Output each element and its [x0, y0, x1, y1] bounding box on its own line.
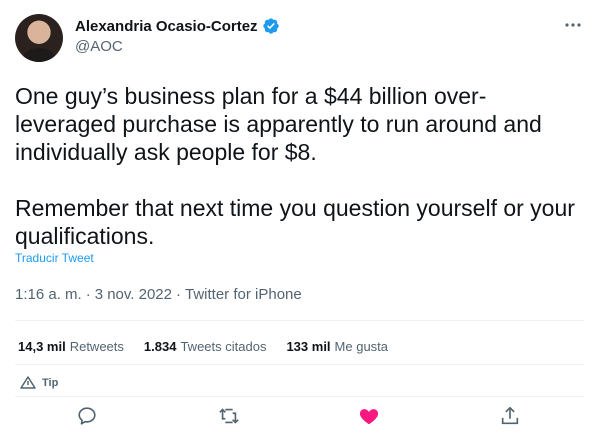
tip-button[interactable]: Tip — [20, 376, 58, 390]
tip-label: Tip — [42, 377, 59, 389]
tip-icon — [20, 376, 36, 389]
tweet-source[interactable]: Twitter for iPhone — [185, 286, 302, 303]
quote-tweets-stat[interactable]: 1.834 Tweets citados — [144, 339, 267, 354]
likes-count: 133 mil — [286, 339, 331, 354]
author-handle[interactable]: @AOC — [75, 38, 123, 55]
meta-separator: · — [85, 286, 91, 303]
action-bar — [0, 402, 599, 430]
divider — [15, 396, 584, 397]
translate-tweet-link[interactable]: Traducir Tweet — [15, 251, 94, 265]
retweets-stat[interactable]: 14,3 mil Retweets — [18, 339, 124, 354]
tweet-card: Alexandria Ocasio-Cortez @AOC One guy’s … — [0, 0, 599, 441]
quotes-count: 1.834 — [143, 339, 177, 354]
quotes-label: Tweets citados — [180, 339, 267, 354]
retweet-icon[interactable] — [218, 405, 240, 427]
divider — [15, 364, 584, 365]
reply-icon[interactable] — [76, 405, 98, 427]
author-display-name[interactable]: Alexandria Ocasio-Cortez — [75, 18, 258, 35]
heart-filled-icon[interactable] — [358, 405, 380, 427]
avatar[interactable] — [15, 14, 63, 62]
more-options-icon[interactable] — [562, 18, 584, 34]
likes-label: Me gusta — [334, 339, 389, 354]
share-icon[interactable] — [499, 405, 521, 427]
tweet-time[interactable]: 1:16 a. m. — [15, 286, 82, 303]
meta-separator: · — [176, 286, 181, 303]
verified-badge-icon[interactable] — [262, 17, 280, 35]
retweets-count: 14,3 mil — [18, 339, 66, 354]
tweet-date[interactable]: 3 nov. 2022 — [95, 286, 172, 303]
likes-stat[interactable]: 133 mil Me gusta — [286, 339, 388, 354]
tweet-text: One guy’s business plan for a $44 billio… — [15, 83, 575, 249]
engagement-stats: 14,3 mil Retweets 1.834 Tweets citados 133… — [18, 339, 388, 354]
author-name-row: Alexandria Ocasio-Cortez — [75, 17, 280, 35]
retweets-label: Retweets — [69, 339, 124, 354]
tweet-metadata: 1:16 a. m. · 3 nov. 2022 · Twitter for i… — [15, 286, 302, 303]
divider — [15, 320, 584, 321]
